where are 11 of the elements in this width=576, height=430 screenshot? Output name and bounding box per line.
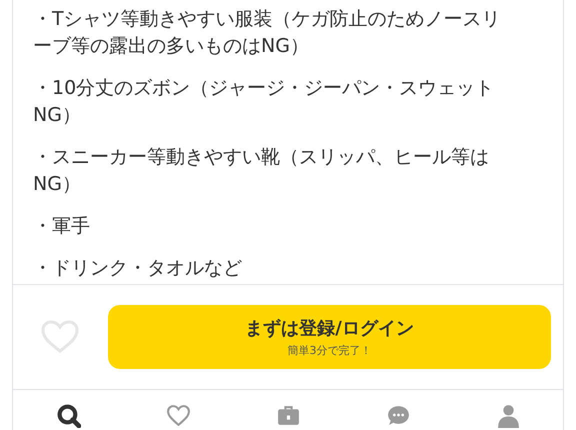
- list-item: ・10分丈のズボン（ジャージ・ジーパン・スウェットNG）: [33, 76, 496, 128]
- briefcase-icon[interactable]: [276, 403, 300, 428]
- chat-icon[interactable]: [386, 403, 410, 428]
- search-icon[interactable]: [56, 403, 80, 428]
- list-item: ・軍手: [33, 214, 91, 239]
- list-item: ・Tシャツ等動きやすい服装（ケガ防止のためノースリーブ等の露出の多いものはNG）: [33, 7, 502, 59]
- register-login-button[interactable]: まずは登録/ログイン 簡単3分で完了！: [108, 305, 551, 369]
- heart-icon[interactable]: [166, 403, 190, 428]
- list-item: ・ドリンク・タオルなど: [33, 256, 243, 281]
- person-icon[interactable]: [496, 403, 520, 428]
- list-item: ・スニーカー等動きやすい靴（スリッパ、ヒール等はNG）: [33, 145, 490, 197]
